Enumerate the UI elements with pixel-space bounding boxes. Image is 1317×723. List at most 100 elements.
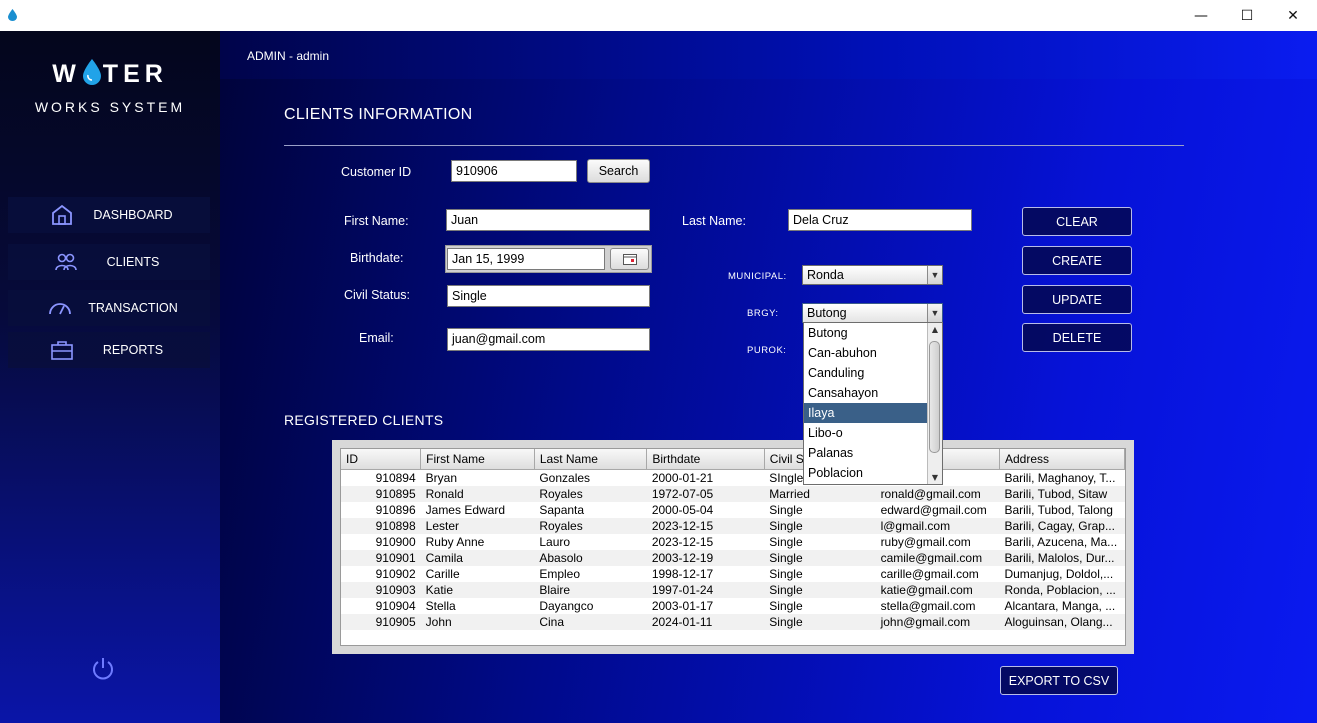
column-header[interactable]: Last Name: [534, 449, 648, 470]
table-cell: James Edward: [425, 503, 506, 517]
table-cell: 910896: [375, 503, 416, 517]
dropdown-option[interactable]: Libo-o: [804, 423, 927, 443]
clients-table: ID First Name Last Name Birthdate Civil S Add…: [340, 448, 1126, 646]
table-row[interactable]: 910894BryanGonzales2000-01-21SIngle.comB…: [341, 470, 1125, 487]
sidebar-item-reports[interactable]: REPORTS: [8, 332, 210, 368]
close-button[interactable]: ✕: [1270, 0, 1316, 31]
logo-letters: TER: [102, 60, 168, 88]
email-input[interactable]: juan@gmail.com: [447, 328, 650, 351]
civil-status-input[interactable]: Single: [447, 285, 650, 307]
first-name-input[interactable]: Juan: [446, 209, 650, 231]
sidebar-item-dashboard[interactable]: DASHBOARD: [8, 197, 210, 233]
table-cell: Ronda, Poblacion, ...: [999, 582, 1125, 598]
dropdown-option[interactable]: Butong: [804, 323, 927, 343]
table-cell: Lauro: [539, 535, 571, 549]
table-cell: 2003-12-19: [646, 550, 765, 566]
table-cell: Katie: [420, 582, 535, 598]
table-cell: 2003-01-17: [651, 599, 714, 613]
municipal-select[interactable]: Ronda ▼: [802, 265, 943, 285]
column-header[interactable]: ID: [341, 449, 422, 470]
search-button[interactable]: Search: [587, 159, 650, 183]
scroll-up-icon[interactable]: ▲: [928, 325, 942, 334]
customer-id-input[interactable]: 910906: [451, 160, 577, 182]
export-csv-button[interactable]: EXPORT TO CSV: [1000, 666, 1118, 695]
table-cell: ronald@gmail.com: [875, 486, 1000, 502]
dropdown-option[interactable]: Canduling: [804, 363, 927, 383]
last-name-input[interactable]: Dela Cruz: [788, 209, 972, 231]
create-button[interactable]: CREATE: [1022, 246, 1132, 275]
logo-subtitle: WORKS SYSTEM: [34, 99, 186, 115]
last-name-label: Last Name:: [682, 214, 746, 228]
table-cell: John: [420, 614, 535, 630]
chevron-down-icon: ▼: [927, 266, 942, 284]
table-cell: Blaire: [534, 582, 647, 598]
header-bar: ADMIN - admin: [220, 31, 1317, 79]
table-cell: 910894: [375, 471, 416, 485]
column-header[interactable]: Birthdate: [646, 449, 765, 470]
dropdown-scrollbar[interactable]: ▲ ▼: [927, 323, 942, 484]
scroll-down-icon[interactable]: ▼: [928, 473, 942, 482]
table-cell: 910900: [375, 535, 416, 549]
sidebar: W TER WORKS SYSTEM DASHBOARD CLIENTS TRAN…: [0, 31, 220, 723]
table-cell: Stella: [425, 599, 456, 613]
table-cell: Empleo: [539, 567, 581, 581]
table-cell: Sapanta: [539, 503, 585, 517]
dropdown-option[interactable]: Can-abuhon: [804, 343, 927, 363]
table-row[interactable]: 910903 Katie Blaire 1997-01-24 Single katie@g…: [341, 582, 1125, 598]
table-cell: 2000-01-21: [651, 471, 714, 485]
table-row[interactable]: 910900 Ruby Anne Lauro 2023-12-15 Single ruby…: [341, 534, 1125, 550]
table-row[interactable]: 910896 James Edward Sapanta 2000-05-04 Singl…: [341, 502, 1125, 518]
table-cell: 2023-12-15: [651, 535, 714, 549]
sidebar-item-transaction[interactable]: TRANSACTION: [8, 290, 210, 326]
minimize-button[interactable]: —: [1178, 0, 1224, 31]
table-cell: l@gmail.com: [875, 518, 1000, 534]
table-cell: stella@gmail.com: [880, 599, 976, 613]
clear-button[interactable]: CLEAR: [1022, 207, 1132, 236]
table-row[interactable]: 910901 Camila Abasolo 2003-12-19 Single camil…: [341, 550, 1125, 566]
calendar-icon: [622, 254, 637, 265]
dropdown-option[interactable]: Cansahayon: [804, 383, 927, 403]
calendar-button[interactable]: [610, 248, 649, 270]
table-row[interactable]: 910895 Ronald Royales 1972-07-05 Married rona…: [341, 486, 1125, 502]
table-row[interactable]: 910902 Carille Empleo 1998-12-17 Single caril…: [341, 566, 1125, 582]
scroll-thumb[interactable]: [929, 341, 940, 453]
column-header[interactable]: First Name: [420, 449, 535, 470]
delete-button[interactable]: DELETE: [1022, 323, 1132, 352]
power-icon[interactable]: [90, 656, 116, 682]
sidebar-item-label: DASHBOARD: [93, 208, 173, 222]
sidebar-item-label: CLIENTS: [106, 255, 160, 269]
brgy-dropdown-list: Butong Can-abuhon Canduling Cansahayon Ilaya…: [803, 322, 943, 485]
sidebar-item-label: REPORTS: [102, 343, 164, 357]
table-cell: Barili, Maghanoy, T...: [1004, 471, 1116, 485]
table-cell: Single: [764, 582, 876, 598]
first-name-label: First Name:: [344, 214, 409, 228]
sidebar-item-clients[interactable]: CLIENTS: [8, 244, 210, 280]
column-header[interactable]: Address: [999, 449, 1125, 470]
table-row[interactable]: 910904 Stella Dayangco 2003-01-17 Single stel…: [341, 598, 1125, 614]
logo-letter: W: [52, 60, 81, 88]
brgy-select[interactable]: Butong ▼: [802, 303, 943, 323]
dropdown-option[interactable]: Ilaya: [804, 403, 927, 423]
sidebar-item-label: TRANSACTION: [88, 301, 178, 315]
email-label: Email:: [359, 331, 394, 345]
table-row[interactable]: 910898 Lester Royales 2023-12-15 Single l@gma…: [341, 518, 1125, 534]
birthdate-input[interactable]: Jan 15, 1999: [447, 248, 605, 270]
dropdown-option[interactable]: Poblacion: [804, 463, 927, 483]
table-cell: 1997-01-24: [646, 582, 765, 598]
table-cell: ruby@gmail.com: [880, 535, 971, 549]
table-cell: Barili, Tubod, Sitaw: [999, 486, 1125, 502]
page-title: CLIENTS INFORMATION: [284, 106, 473, 123]
maximize-button[interactable]: ☐: [1224, 0, 1270, 31]
table-row[interactable]: 910905 John Cina 2024-01-11 Single john@gmail…: [341, 614, 1125, 630]
table-cell: Abasolo: [534, 550, 647, 566]
table-cell: Cina: [534, 614, 647, 630]
table-cell: 910904: [375, 599, 416, 613]
update-button[interactable]: UPDATE: [1022, 285, 1132, 314]
table-cell: Single: [769, 567, 803, 581]
table-cell: 910902: [375, 567, 416, 581]
window-titlebar: — ☐ ✕: [0, 0, 1317, 31]
dropdown-option[interactable]: Palanas: [804, 443, 927, 463]
table-cell: 2023-12-15: [646, 518, 765, 534]
table-cell: Royales: [534, 518, 647, 534]
table-cell: Gonzales: [539, 471, 591, 485]
